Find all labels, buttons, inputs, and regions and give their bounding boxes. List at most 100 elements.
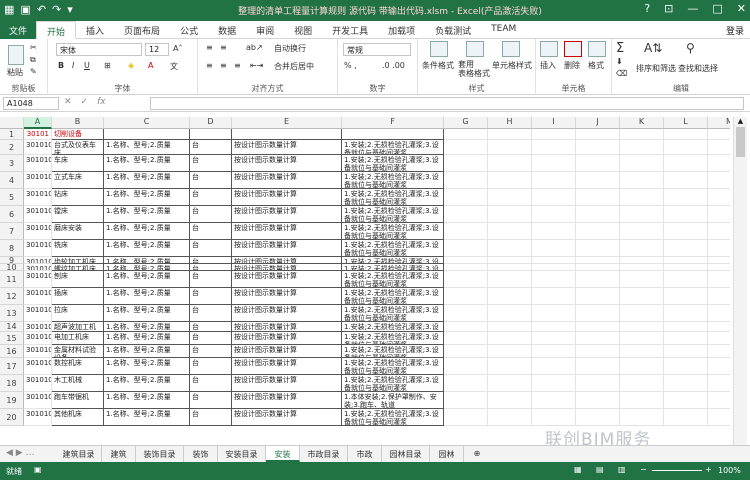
cell-c[interactable]: 1.名称、型号;2.质量 [104,392,190,409]
column-header[interactable]: L [664,117,708,129]
cell-c[interactable]: 1.名称、型号;2.质量 [104,305,190,322]
empty-cell[interactable] [620,358,664,375]
indent-icon[interactable]: ⇤⇥ [250,61,263,70]
border-icon[interactable]: ⊞ [104,61,111,70]
sheet-tab[interactable]: 市政目录 [300,446,348,462]
cell-a[interactable]: 30101011 [24,288,52,305]
cell-e[interactable]: 按设计图示数量计算 [232,264,342,271]
cell-c[interactable]: 1.名称、型号;2.质量 [104,264,190,271]
sheet-tab[interactable]: 安装 [266,446,300,462]
column-header[interactable]: G [444,117,488,129]
empty-cell[interactable] [488,409,532,426]
column-header[interactable]: D [190,117,232,129]
cell-d[interactable]: 台 [190,392,232,409]
cell-a[interactable]: 30101008 [24,257,52,264]
cell-b[interactable]: 磨床安装 [52,223,104,240]
empty-cell[interactable] [488,257,532,264]
empty-cell[interactable] [664,332,708,345]
merge-center-button[interactable]: 合并后居中 [274,61,314,72]
row-header[interactable]: 13 [0,305,24,322]
tab-developer[interactable]: 开发工具 [322,21,378,39]
cell-d[interactable]: 台 [190,240,232,257]
restore-button[interactable]: □ [712,2,722,15]
underline-icon[interactable]: U [84,61,90,70]
empty-cell[interactable] [664,223,708,240]
empty-cell[interactable] [532,257,576,264]
empty-cell[interactable] [488,288,532,305]
undo-icon[interactable]: ↶ [37,3,46,16]
cell-e[interactable]: 按设计图示数量计算 [232,392,342,409]
cell-a[interactable]: 30101005 [24,206,52,223]
empty-cell[interactable] [488,392,532,409]
cell-b[interactable]: 车床 [52,155,104,172]
sort-filter-icon[interactable]: A⇅ [644,41,662,55]
cell-a[interactable]: 30101018 [24,392,52,409]
empty-cell[interactable] [664,305,708,322]
empty-cell[interactable] [620,375,664,392]
empty-cell[interactable] [444,206,488,223]
empty-cell[interactable] [620,409,664,426]
cell-e[interactable]: 按设计图示数量计算 [232,288,342,305]
sheet-tab[interactable]: 安装目录 [218,446,266,462]
cell-c[interactable]: 1.名称、型号;2.质量 [104,322,190,332]
row-header[interactable]: 4 [0,172,24,189]
add-sheet-icon[interactable]: ⊕ [470,446,484,462]
empty-cell[interactable] [488,172,532,189]
autosum-icon[interactable]: Σ [616,41,624,56]
decimal-icon[interactable]: .0 .00 [382,61,405,70]
empty-cell[interactable] [444,358,488,375]
column-header[interactable]: M [708,117,730,129]
column-header[interactable]: J [576,117,620,129]
grow-font-icon[interactable]: A˄ [173,44,182,53]
macro-record-icon[interactable]: ▣ [34,465,42,474]
empty-cell[interactable] [532,288,576,305]
insert-function-icon[interactable]: fx [97,97,106,107]
cell-d[interactable]: 台 [190,288,232,305]
empty-cell[interactable] [576,155,620,172]
tab-home[interactable]: 开始 [36,21,77,39]
column-header[interactable]: H [488,117,532,129]
cell-a[interactable]: 30101015 [24,345,52,358]
row-header[interactable]: 20 [0,409,24,426]
cell-f[interactable]: 1.安装;2.无损检验孔灌浆;3.设备就位与基础间灌浆 [342,305,444,322]
empty-cell[interactable] [532,392,576,409]
empty-cell[interactable] [576,257,620,264]
empty-cell[interactable] [576,129,620,140]
column-header[interactable]: A [24,117,52,129]
empty-cell[interactable] [620,264,664,271]
empty-cell[interactable] [488,155,532,172]
cell-e[interactable]: 按设计图示数量计算 [232,172,342,189]
cell-f[interactable]: 1.安装;2.无损检验孔灌浆;3.设备就位与基础间灌浆 [342,206,444,223]
cell-f[interactable]: 1.安装;2.无损检验孔灌浆;3.设备就位与基础间灌浆 [342,358,444,375]
cell-e[interactable] [232,129,342,140]
tab-load-test[interactable]: 负载测试 [425,21,481,39]
empty-cell[interactable] [708,140,730,155]
empty-cell[interactable] [708,155,730,172]
cell-f[interactable] [342,129,444,140]
empty-cell[interactable] [532,264,576,271]
empty-cell[interactable] [708,264,730,271]
empty-cell[interactable] [488,332,532,345]
format-cell-icon[interactable] [588,41,606,57]
column-header[interactable]: I [532,117,576,129]
empty-cell[interactable] [664,322,708,332]
empty-cell[interactable] [708,288,730,305]
column-header[interactable]: C [104,117,190,129]
empty-cell[interactable] [708,223,730,240]
cell-c[interactable] [104,129,190,140]
empty-cell[interactable] [576,288,620,305]
cell-f[interactable]: 1.安装;2.无损检验孔灌浆;3.设备就位与基础间灌浆 [342,240,444,257]
cell-b[interactable]: 齿轮加工机床 [52,257,104,264]
empty-cell[interactable] [488,345,532,358]
empty-cell[interactable] [620,172,664,189]
cell-b[interactable]: 立式车床 [52,172,104,189]
empty-cell[interactable] [620,288,664,305]
empty-cell[interactable] [664,271,708,288]
empty-cell[interactable] [532,172,576,189]
empty-cell[interactable] [532,240,576,257]
empty-cell[interactable] [620,257,664,264]
empty-cell[interactable] [664,358,708,375]
cell-f[interactable]: 1.安装;2.无损检验孔灌浆;3.设备就位与基础间灌浆 [342,409,444,426]
sheet-tab[interactable]: 市政 [348,446,382,462]
scroll-thumb[interactable] [736,127,745,157]
